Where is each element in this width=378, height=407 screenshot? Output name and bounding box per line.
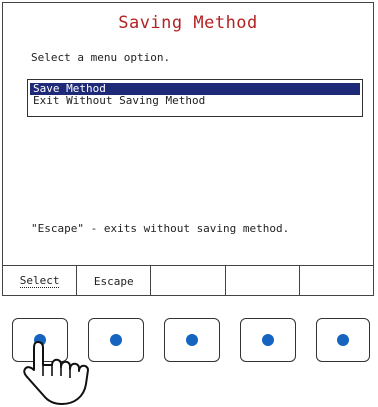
softkey-5[interactable] bbox=[300, 266, 373, 296]
button-dot-icon bbox=[262, 334, 274, 346]
softkey-4[interactable] bbox=[226, 266, 300, 296]
menu-item-exit-without-saving[interactable]: Exit Without Saving Method bbox=[28, 95, 362, 107]
hardware-button-3[interactable] bbox=[164, 318, 220, 362]
screen-title: Saving Method bbox=[118, 13, 258, 33]
hardware-button-5[interactable] bbox=[316, 318, 370, 362]
softkey-3[interactable] bbox=[151, 266, 226, 296]
button-dot-icon bbox=[337, 334, 349, 346]
escape-hint: "Escape" - exits without saving method. bbox=[31, 222, 290, 235]
softkey-bar: Select Escape bbox=[3, 265, 373, 296]
display-screen: Saving Method Select a menu option. Save… bbox=[2, 2, 374, 296]
pointing-hand-icon bbox=[23, 341, 89, 405]
hardware-button-4[interactable] bbox=[240, 318, 296, 362]
button-dot-icon bbox=[110, 334, 122, 346]
softkey-select[interactable]: Select bbox=[3, 266, 78, 296]
menu-list: Save Method Exit Without Saving Method bbox=[27, 79, 363, 117]
button-dot-icon bbox=[186, 334, 198, 346]
softkey-select-label: Select bbox=[19, 274, 60, 288]
softkey-escape-label: Escape bbox=[93, 274, 134, 288]
softkey-escape[interactable]: Escape bbox=[77, 266, 152, 296]
menu-prompt: Select a menu option. bbox=[31, 51, 171, 64]
